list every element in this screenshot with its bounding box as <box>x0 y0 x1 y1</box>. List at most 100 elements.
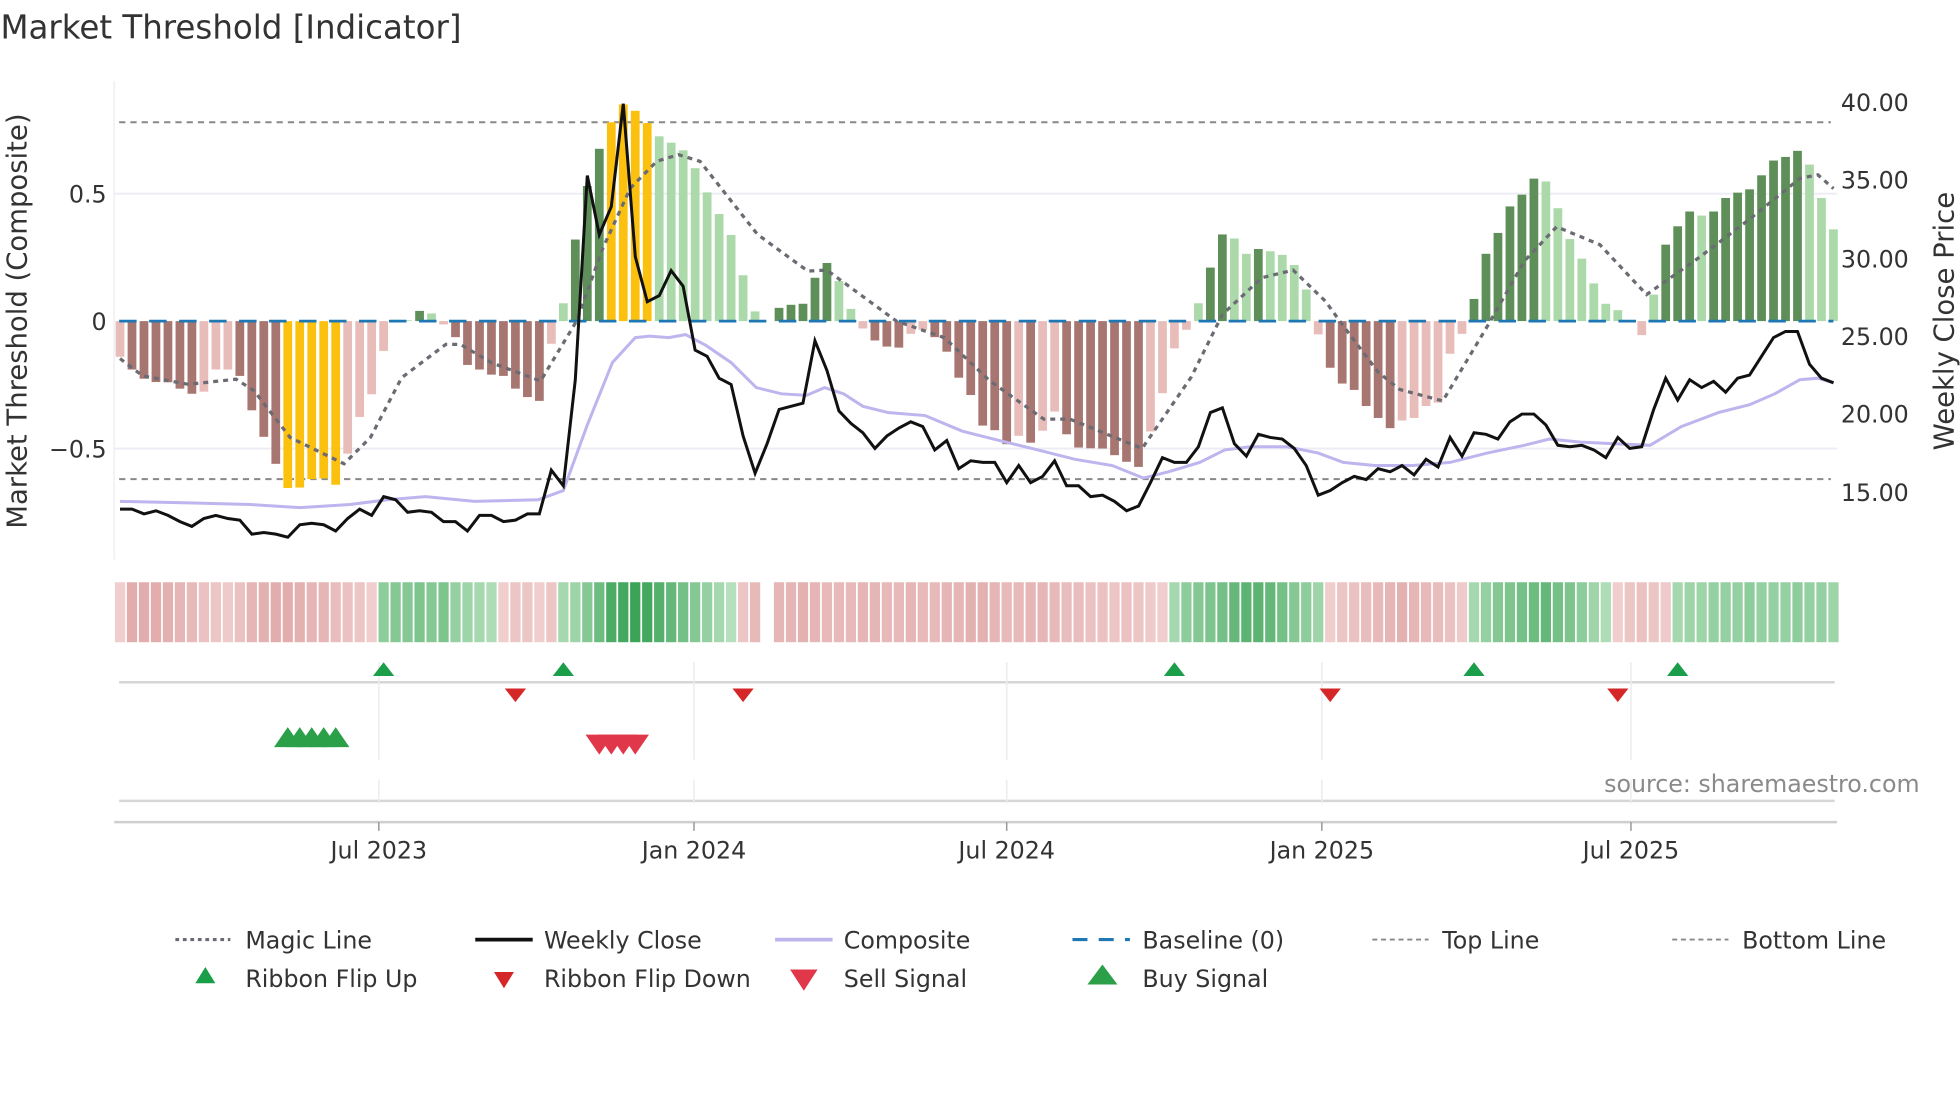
composite-bar <box>139 321 149 379</box>
composite-bar <box>1170 321 1179 349</box>
composite-bar <box>1829 229 1838 322</box>
triangle-up-icon <box>195 967 216 984</box>
ribbon-cell <box>1660 582 1671 643</box>
ribbon-cell <box>1480 582 1492 643</box>
source-note: source: sharemaestro.com <box>1604 770 1919 798</box>
ribbon-cell <box>462 582 473 643</box>
ribbon-cell <box>306 582 317 643</box>
composite-bar <box>1433 321 1443 403</box>
legend-label: Weekly Close <box>544 926 702 954</box>
composite-bar <box>1002 321 1012 445</box>
ribbon-cell <box>510 582 521 643</box>
ribbon-cell <box>690 582 701 643</box>
x-tick-label: Jan 2025 <box>1268 836 1374 864</box>
x-tick-label: Jul 2025 <box>1581 836 1680 864</box>
composite-bar <box>1637 321 1647 336</box>
composite-bar <box>1026 321 1036 443</box>
composite-bar <box>451 321 460 338</box>
composite-bar <box>1349 321 1359 390</box>
legend-label: Buy Signal <box>1142 965 1268 993</box>
x-tick-label: Jul 2024 <box>956 836 1055 864</box>
ribbon-cell <box>821 582 833 643</box>
ribbon-cell <box>785 582 797 643</box>
ribbon-cell <box>1648 582 1659 643</box>
ribbon-cell <box>1253 582 1264 643</box>
composite-bar <box>1757 175 1766 322</box>
ribbon-cell <box>1037 582 1048 643</box>
ribbon-cell <box>1720 582 1731 643</box>
ribbon-cell <box>1265 582 1276 643</box>
ribbon-cell <box>845 582 857 643</box>
ribbon-flip-up-marker <box>1163 662 1186 676</box>
ribbon-cell <box>1600 582 1611 643</box>
composite-bar <box>798 303 808 322</box>
ribbon-cell <box>702 582 713 643</box>
legend-label: Baseline (0) <box>1142 926 1284 954</box>
composite-bar <box>1050 321 1059 412</box>
y-left-tick-label: 0 <box>92 308 107 336</box>
ribbon-cell <box>222 582 233 643</box>
ribbon-cell <box>797 582 809 643</box>
legend-label: Sell Signal <box>844 965 967 993</box>
ribbon-cell <box>342 582 353 643</box>
composite-bar <box>1253 248 1263 322</box>
ribbon-cell <box>725 582 737 643</box>
composite-bar <box>163 321 173 383</box>
ribbon-cell <box>1612 582 1623 643</box>
ribbon-cell <box>1828 582 1839 643</box>
composite-bar <box>1805 164 1814 322</box>
composite-bar <box>1038 321 1048 431</box>
composite-bar <box>487 321 496 375</box>
ribbon-cell <box>737 582 749 643</box>
composite-bar <box>750 311 760 322</box>
composite-bar <box>846 308 856 322</box>
ribbon-cell <box>1468 582 1480 643</box>
legend-label: Magic Line <box>245 926 372 954</box>
composite-bar <box>415 310 424 322</box>
composite-bar <box>738 275 748 322</box>
composite-bar <box>1685 211 1695 322</box>
ribbon-cell <box>1708 582 1719 643</box>
ribbon-cell <box>1504 582 1516 643</box>
ribbon-cell <box>1528 582 1540 643</box>
ribbon-cell <box>234 582 245 643</box>
ribbon-cell <box>881 582 892 643</box>
ribbon-cell <box>1816 582 1827 643</box>
composite-bar <box>786 304 796 322</box>
composite-bar <box>966 321 976 396</box>
legend-item-weekly-close: Weekly Close <box>475 926 702 954</box>
composite-bar <box>439 321 448 325</box>
ribbon-cell <box>654 582 665 643</box>
ribbon-cell <box>210 582 221 643</box>
ribbon-cell <box>1576 582 1587 643</box>
composite-bar <box>1733 192 1742 322</box>
legend-label: Ribbon Flip Up <box>245 965 417 993</box>
composite-bar <box>1194 303 1203 322</box>
ribbon-flip-up-marker <box>373 662 395 676</box>
composite-bar <box>367 321 377 395</box>
composite-bar <box>1673 226 1683 322</box>
ribbon-cell <box>1540 582 1552 643</box>
composite-bar <box>151 321 161 383</box>
composite-bar <box>1601 303 1611 322</box>
ribbon-cell <box>282 582 293 643</box>
composite-bar <box>1781 156 1790 322</box>
ribbon-cell <box>1768 582 1779 643</box>
ribbon-cell <box>258 582 269 643</box>
ribbon-cell <box>618 582 629 643</box>
ribbon-cell <box>558 582 569 643</box>
y-right-tick-label: 35.00 <box>1841 167 1909 195</box>
ribbon-cell <box>857 582 869 643</box>
ribbon-cell <box>1193 582 1204 643</box>
composite-bar <box>1409 321 1419 418</box>
ribbon-cell <box>1073 582 1084 643</box>
x-tick-label: Jan 2024 <box>640 836 746 864</box>
ribbon-cell <box>809 582 821 643</box>
composite-bar <box>307 321 317 480</box>
ribbon-cell <box>666 582 677 643</box>
ribbon-flip-down-marker <box>1607 688 1629 703</box>
ribbon-cell <box>1756 582 1767 643</box>
ribbon-cell <box>953 582 964 643</box>
ribbon-cell <box>366 582 377 643</box>
y-right-ticks: 40.00 35.00 30.00 25.00 20.00 15.00 <box>1841 89 1909 507</box>
